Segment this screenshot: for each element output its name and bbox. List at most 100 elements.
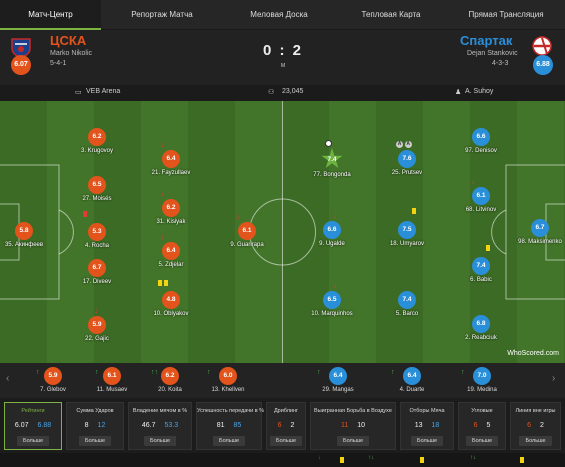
stat-tackles[interactable]: Отборы Мяча 13 18 Больше bbox=[400, 402, 454, 450]
player-rating: 7.4 bbox=[472, 257, 490, 275]
player-rating: 6.1 bbox=[103, 367, 121, 385]
away-player[interactable]: 6.8 2. Reabciuk bbox=[446, 315, 516, 341]
tab-match-centre[interactable]: Матч-Центр bbox=[0, 0, 101, 30]
substitutes-bench: ‹ ↑ 5.9 7. Glebov ↑ 6.1 11. Musaev ↑↑ 6.… bbox=[0, 363, 565, 398]
player-name: 25. Prutsev bbox=[391, 170, 423, 176]
home-player[interactable]: ↓ 6.2 31. Kisiyak bbox=[136, 189, 206, 225]
tab-match-report[interactable]: Репортаж Матча bbox=[101, 0, 223, 30]
away-player[interactable]: 6.7 98. Maksimenko bbox=[505, 219, 565, 245]
away-player[interactable]: A A 7.6 25. Prutsev bbox=[372, 141, 442, 176]
away-team-rating: 6.88 bbox=[533, 55, 553, 75]
away-player[interactable]: 7.5 18. Umyarov bbox=[372, 208, 442, 247]
player-name: 13. Khellven bbox=[211, 387, 245, 393]
player-name: 18. Umyarov bbox=[389, 241, 425, 247]
home-player[interactable]: ↓ 5.9 22. Gajic bbox=[62, 306, 132, 342]
home-player[interactable]: 6.5 27. Moisés bbox=[62, 176, 132, 202]
player-name: 3. Krugovoy bbox=[80, 148, 114, 154]
stat-dribbles[interactable]: Дриблинг 62 Больше bbox=[266, 402, 306, 450]
sub-off-icon: ↓ bbox=[333, 281, 337, 290]
player-rating: 7.6 bbox=[398, 150, 416, 168]
player-rating: 6.6 bbox=[472, 128, 490, 146]
player-rating: 6.2 bbox=[161, 367, 179, 385]
sub-on-icon: ↑ bbox=[207, 369, 211, 376]
player-name: 5. Barco bbox=[395, 311, 419, 317]
stat-corners[interactable]: Угловые 65 Больше bbox=[458, 402, 506, 450]
bench-prev-arrow-icon[interactable]: ‹ bbox=[6, 373, 9, 384]
home-player[interactable]: ↓ 6.4 21. Fayzullaev bbox=[136, 140, 206, 176]
player-rating: 6.0 bbox=[219, 367, 237, 385]
match-info-bar: ▭ VEB Arena ⚇ 23,045 ♟ A. Suhoy bbox=[0, 85, 565, 101]
sub-off-icon: ↓ bbox=[471, 177, 475, 186]
player-rating: 6.1 bbox=[472, 187, 490, 205]
sub-on-icon: ↑↓ bbox=[368, 455, 374, 461]
more-button[interactable]: Больше bbox=[519, 436, 552, 446]
away-player[interactable]: ↓ 6.5 10. Marquinhos bbox=[297, 281, 367, 317]
player-name: 27. Moisés bbox=[82, 196, 112, 202]
more-button[interactable]: Больше bbox=[410, 436, 444, 446]
whoscored-watermark: WhoScored.com bbox=[507, 350, 559, 357]
away-player[interactable]: 6.6 97. Denisov bbox=[446, 128, 516, 154]
pitch: 5.8 35. Акинфеев 6.2 3. Krugovoy 6.5 27.… bbox=[0, 101, 565, 363]
home-team-name[interactable]: ЦСКА bbox=[50, 33, 86, 48]
stat-total-shots[interactable]: Сумма Ударов 8 12 Больше bbox=[66, 402, 124, 450]
stat-offsides[interactable]: Линия вне игры 62 Больше bbox=[510, 402, 561, 450]
home-player[interactable]: 6.7 17. Diveev bbox=[62, 259, 132, 285]
more-button[interactable]: Больше bbox=[336, 436, 370, 446]
away-player[interactable]: 7.4 77. Bongonda bbox=[297, 140, 367, 178]
more-button[interactable]: Больше bbox=[465, 436, 499, 446]
home-player[interactable]: ↓ 6.4 5. Zdjelar bbox=[136, 232, 206, 268]
away-player[interactable]: ↓ 6.1 68. Litvinov bbox=[446, 177, 516, 213]
player-rating: 6.4 bbox=[162, 242, 180, 260]
sub-on-icon: ↑↓ bbox=[470, 455, 476, 461]
stat-ratings[interactable]: Рейтинги 6.07 6.88 Больше bbox=[4, 402, 62, 450]
yellow-card-icon bbox=[158, 280, 168, 288]
more-button[interactable]: Больше bbox=[269, 436, 303, 446]
home-player[interactable]: 5.3 4. Rocha bbox=[62, 211, 132, 249]
stadium-icon: ▭ bbox=[75, 89, 82, 96]
away-team-name[interactable]: Спартак bbox=[460, 33, 512, 48]
home-player[interactable]: 4.8 10. Oblyakov bbox=[136, 280, 206, 317]
away-coach: Dejan Stankovic bbox=[467, 50, 518, 57]
player-name: 6. Babic bbox=[470, 277, 492, 283]
bench-player[interactable]: ↑ 6.0 13. Khellven bbox=[193, 367, 263, 393]
player-rating: 5.9 bbox=[88, 316, 106, 334]
away-player[interactable]: 7.4 6. Babic bbox=[446, 245, 516, 283]
player-rating: 7.5 bbox=[398, 221, 416, 239]
player-rating: 6.2 bbox=[88, 128, 106, 146]
stat-pass-success[interactable]: Успешность передачи в % 81 85 Больше bbox=[196, 402, 264, 450]
player-rating: 6.5 bbox=[323, 291, 341, 309]
player-rating: 6.7 bbox=[531, 219, 549, 237]
home-player[interactable]: 6.2 3. Krugovoy bbox=[62, 128, 132, 154]
player-name: 98. Maksimenko bbox=[518, 239, 562, 245]
home-player[interactable]: ↓ 6.1 9. Guarirapa bbox=[212, 212, 282, 248]
sub-on-icon: ↑ bbox=[461, 369, 465, 376]
bench-next-arrow-icon[interactable]: › bbox=[552, 373, 555, 384]
player-name: 35. Акинфеев bbox=[4, 242, 44, 248]
sub-on-icon: ↑ bbox=[391, 369, 395, 376]
tab-heatmap[interactable]: Тепловая Карта bbox=[335, 0, 447, 30]
away-player[interactable]: 7.4 5. Barco bbox=[372, 291, 442, 317]
tab-chalkboard[interactable]: Меловая Доска bbox=[223, 0, 335, 30]
bench-player[interactable]: ↑ 6.4 29. Mangas bbox=[303, 367, 373, 393]
player-name: 4. Duarte bbox=[399, 387, 425, 393]
player-name: 9. Ugalde bbox=[319, 241, 345, 247]
more-button[interactable]: Больше bbox=[78, 436, 112, 446]
bench-player[interactable]: ↑ 7.0 19. Medina bbox=[447, 367, 517, 393]
yellow-card-icon bbox=[486, 245, 490, 253]
venue: VEB Arena bbox=[86, 88, 121, 95]
sub-off-icon: ↓ bbox=[318, 455, 321, 461]
match-status: м bbox=[280, 62, 286, 69]
more-button[interactable]: Больше bbox=[143, 436, 177, 446]
more-button[interactable]: Больше bbox=[212, 436, 246, 446]
stat-aerials-won[interactable]: Выигранная Борьба в Воздухе 11 10 Больше bbox=[310, 402, 396, 450]
tab-live-commentary[interactable]: Прямая Трансляция bbox=[447, 0, 565, 30]
more-button[interactable]: Больше bbox=[16, 436, 50, 446]
home-player[interactable]: 5.8 35. Акинфеев bbox=[0, 222, 59, 248]
stat-possession[interactable]: Владение мячом в % 46.7 53.3 Больше bbox=[128, 402, 192, 450]
home-team-rating: 6.07 bbox=[11, 55, 31, 75]
home-coach: Marko Nikolic bbox=[50, 50, 93, 57]
attendance-icon: ⚇ bbox=[268, 89, 275, 96]
team-stats-bar: Рейтинги 6.07 6.88 Больше Сумма Ударов 81… bbox=[0, 398, 565, 453]
bench-player[interactable]: ↑ 6.4 4. Duarte bbox=[377, 367, 447, 393]
away-player[interactable]: ↓ 6.6 9. Ugalde bbox=[297, 211, 367, 247]
